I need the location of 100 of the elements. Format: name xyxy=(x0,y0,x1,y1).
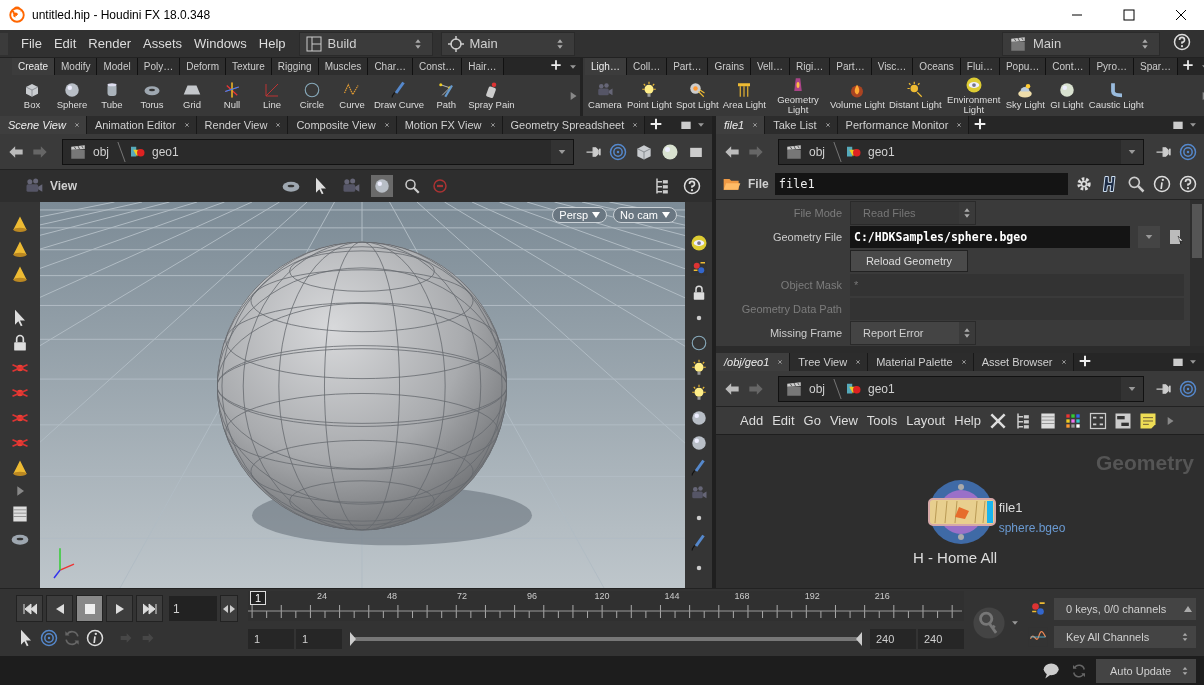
shelf-tool[interactable]: Curve xyxy=(332,81,372,110)
menu-item[interactable]: Help xyxy=(253,36,291,51)
shelf-tab[interactable]: Hair… xyxy=(462,58,504,75)
range-field[interactable]: 1 xyxy=(296,629,342,649)
shelf-tab[interactable]: Model xyxy=(97,58,138,75)
shelf-tab[interactable]: Deform xyxy=(180,58,226,75)
menu-item[interactable]: Assets xyxy=(138,36,187,51)
shelf-tab[interactable]: Spar… xyxy=(1134,58,1179,75)
pane-tab[interactable]: Animation Editor xyxy=(86,116,197,134)
shelf-tool[interactable]: Point Light xyxy=(625,81,674,110)
pane-tab[interactable]: file1 xyxy=(716,116,766,134)
shelf-tool[interactable]: Area Light xyxy=(720,81,768,110)
shelf-tab[interactable]: Popu… xyxy=(999,58,1047,75)
range-field[interactable]: 240 xyxy=(870,629,916,649)
desktop-menu[interactable]: Build xyxy=(298,31,433,56)
pane-tab[interactable]: Render View xyxy=(196,116,289,134)
shelf-tool[interactable]: Sphere xyxy=(52,81,92,110)
shelf-tab[interactable]: Oceans xyxy=(913,58,961,75)
path-segment[interactable]: geo1 xyxy=(868,144,895,159)
path-field[interactable]: obj geo1 xyxy=(62,138,574,165)
shelf-tab[interactable]: Rigging xyxy=(271,58,319,75)
pane-tab[interactable]: Geometry Spreadsheet xyxy=(502,116,646,134)
shelf-tab[interactable]: Muscles xyxy=(318,58,369,75)
path-segment[interactable]: obj xyxy=(809,144,825,159)
path-field[interactable]: obj geo1 xyxy=(778,138,1144,165)
menu-item[interactable]: Go xyxy=(801,413,823,428)
reload-button[interactable]: Reload Geometry xyxy=(850,250,968,272)
pane-tab[interactable]: Tree View xyxy=(790,353,869,371)
shelf-tab[interactable]: Part… xyxy=(667,58,709,75)
shelf-tool[interactable]: Circle xyxy=(292,81,332,110)
shelf-tool[interactable]: Torus xyxy=(132,81,172,110)
path-segment[interactable]: obj xyxy=(809,381,825,396)
take-menu[interactable]: Main xyxy=(1002,31,1160,56)
shelf-tab[interactable]: Flui… xyxy=(960,58,1000,75)
pane-tab[interactable]: Take List xyxy=(765,116,838,134)
menu-item[interactable]: Edit xyxy=(48,36,82,51)
menu-item[interactable]: Edit xyxy=(770,413,797,428)
shelf-tab[interactable]: Rigi… xyxy=(790,58,831,75)
menu-item[interactable]: Render xyxy=(83,36,136,51)
shelf-tab[interactable]: Pyro… xyxy=(1090,58,1134,75)
menu-item[interactable]: Windows xyxy=(189,36,252,51)
shelf-tool[interactable]: GI Light xyxy=(1046,81,1087,110)
shelf-tab[interactable]: Modify xyxy=(55,58,98,75)
shelf-tab[interactable]: Vell… xyxy=(750,58,791,75)
shelf-tool[interactable]: Geometry Light xyxy=(768,76,828,115)
parm-menu[interactable]: Report Error xyxy=(850,321,976,345)
menu-item[interactable]: View xyxy=(827,413,860,428)
shelf-tool[interactable]: Path xyxy=(426,81,467,110)
timeline-ruler[interactable]: 1 24 48 72 96 120 144 168 192 216 xyxy=(248,591,964,621)
pane-tab[interactable]: /obj/geo1 xyxy=(716,353,791,371)
shelf-tool[interactable]: Distant Light xyxy=(886,81,944,110)
viewport[interactable]: Persp No cam xyxy=(40,202,685,588)
camera-menu[interactable]: Persp xyxy=(552,207,608,223)
shelf-tab[interactable]: Visc… xyxy=(871,58,914,75)
pane-tab[interactable]: Composite View xyxy=(288,116,397,134)
file-path-field[interactable]: C:/HDKSamples/sphere.bgeo xyxy=(850,226,1130,248)
menu-item[interactable]: Tools xyxy=(864,413,900,428)
path-segment[interactable]: geo1 xyxy=(152,144,179,159)
menu-item[interactable]: Help xyxy=(952,413,983,428)
shelf-tab[interactable]: Grains xyxy=(708,58,751,75)
shelf-tool[interactable]: Camera xyxy=(585,81,625,110)
path-segment[interactable]: geo1 xyxy=(868,381,895,396)
path-field[interactable]: obj geo1 xyxy=(778,375,1144,402)
shelf-tab[interactable]: Coll… xyxy=(626,58,668,75)
range-field[interactable]: 240 xyxy=(918,629,964,649)
pane-tab[interactable]: Scene View xyxy=(0,116,87,134)
camera-menu[interactable]: No cam xyxy=(613,207,677,223)
shelf-tab[interactable]: Char… xyxy=(368,58,414,75)
shelf-tool[interactable]: Caustic Light xyxy=(1086,81,1146,110)
pane-tab[interactable]: Motion FX View xyxy=(396,116,503,134)
menu-item[interactable]: File xyxy=(16,36,47,51)
shelf-tool[interactable]: Grid xyxy=(172,81,212,110)
shelf-tab[interactable]: Ligh… xyxy=(585,58,627,75)
key-channels-menu[interactable]: Key All Channels xyxy=(1054,625,1196,648)
shelf-tool[interactable]: Environment Light xyxy=(943,76,1004,115)
pane-tab[interactable]: Performance Monitor xyxy=(837,116,970,134)
current-frame-marker[interactable]: 1 xyxy=(250,591,267,605)
pane-tab[interactable]: Material Palette xyxy=(868,353,974,371)
path-segment[interactable]: obj xyxy=(93,144,109,159)
context-menu[interactable]: Main xyxy=(440,31,575,56)
update-mode-menu[interactable]: Auto Update xyxy=(1096,658,1196,683)
shelf-tool[interactable]: Tube xyxy=(92,81,132,110)
shelf-tab[interactable]: Texture xyxy=(225,58,272,75)
shelf-tab[interactable]: Part… xyxy=(830,58,872,75)
shelf-tab[interactable]: Const… xyxy=(413,58,463,75)
keys-status-field[interactable]: 0 keys, 0/0 channels xyxy=(1054,597,1196,620)
shelf-tab[interactable]: Create xyxy=(12,58,55,75)
range-field[interactable]: 1 xyxy=(248,629,294,649)
shelf-tool[interactable]: Spot Light xyxy=(673,81,721,110)
shelf-tool[interactable]: Null xyxy=(212,81,252,110)
shelf-tool[interactable]: Sky Light xyxy=(1003,81,1047,110)
shelf-tool[interactable]: Box xyxy=(12,81,52,110)
shelf-tool[interactable]: Volume Light xyxy=(828,81,887,110)
pane-tab[interactable]: Asset Browser xyxy=(973,353,1074,371)
menu-item[interactable]: Add xyxy=(738,413,766,428)
node-name-field[interactable]: file1 xyxy=(774,173,1068,195)
shelf-tab[interactable]: Poly… xyxy=(137,58,181,75)
shelf-tab[interactable]: Cont… xyxy=(1046,58,1091,75)
shelf-tool[interactable]: Spray Pain xyxy=(466,81,517,110)
frame-field[interactable]: 1 xyxy=(169,596,217,621)
